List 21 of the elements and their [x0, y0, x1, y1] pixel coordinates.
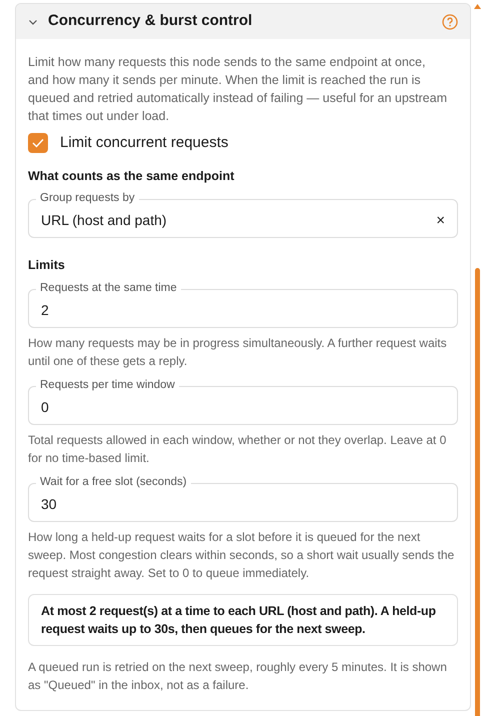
- scroll-up-icon[interactable]: [474, 3, 481, 9]
- clear-button[interactable]: ×: [436, 213, 445, 228]
- checkbox[interactable]: [28, 133, 48, 154]
- field-label: Wait for a free slot (seconds): [36, 475, 191, 489]
- help-text: Total requests allowed in each window, whether or not they overlap. Leave at 0 for no time-based limit.: [28, 432, 448, 467]
- field-label: Group requests by: [36, 191, 139, 206]
- summary-text: At most 2 request(s) at a time to each URL (host and path). A held-up request waits up to 30s, then queues for the next sweep.: [41, 603, 437, 638]
- help-icon[interactable]: [442, 14, 458, 30]
- help-text: How many requests may be in progress simultaneously. A further request waits until one of these gets a reply.: [28, 335, 448, 370]
- section-description: Limit how many requests this node sends to the same endpoint at once, and how many it sends per minute. When the limit is reached the run is queued and retried automatically instead of failing — useful for an upstream that times out under load.: [28, 54, 448, 125]
- help-text: How long a held-up request waits for a slot before it is queued for the next sweep. Most congestion clears within seconds, so a short wait usually sends the request straight away. Set to 0 to queue immediately.: [28, 529, 456, 582]
- checkbox-label: Limit concurrent requests: [60, 133, 228, 153]
- group-heading: Limits: [28, 257, 66, 274]
- footer-note: A queued run is retried on the next sweep, roughly every 5 minutes. It is shown as "Queued" in the inbox, not as a failure.: [28, 659, 448, 694]
- group-heading: What counts as the same endpoint: [28, 168, 236, 185]
- check-icon: [32, 138, 44, 148]
- section-header[interactable]: Concurrency & burst control: [16, 4, 470, 39]
- field-label: Requests per time window: [36, 378, 179, 392]
- field-label: Requests at the same time: [36, 281, 181, 295]
- section-title: Concurrency & burst control: [48, 11, 254, 32]
- scrollbar-thumb[interactable]: [475, 268, 480, 716]
